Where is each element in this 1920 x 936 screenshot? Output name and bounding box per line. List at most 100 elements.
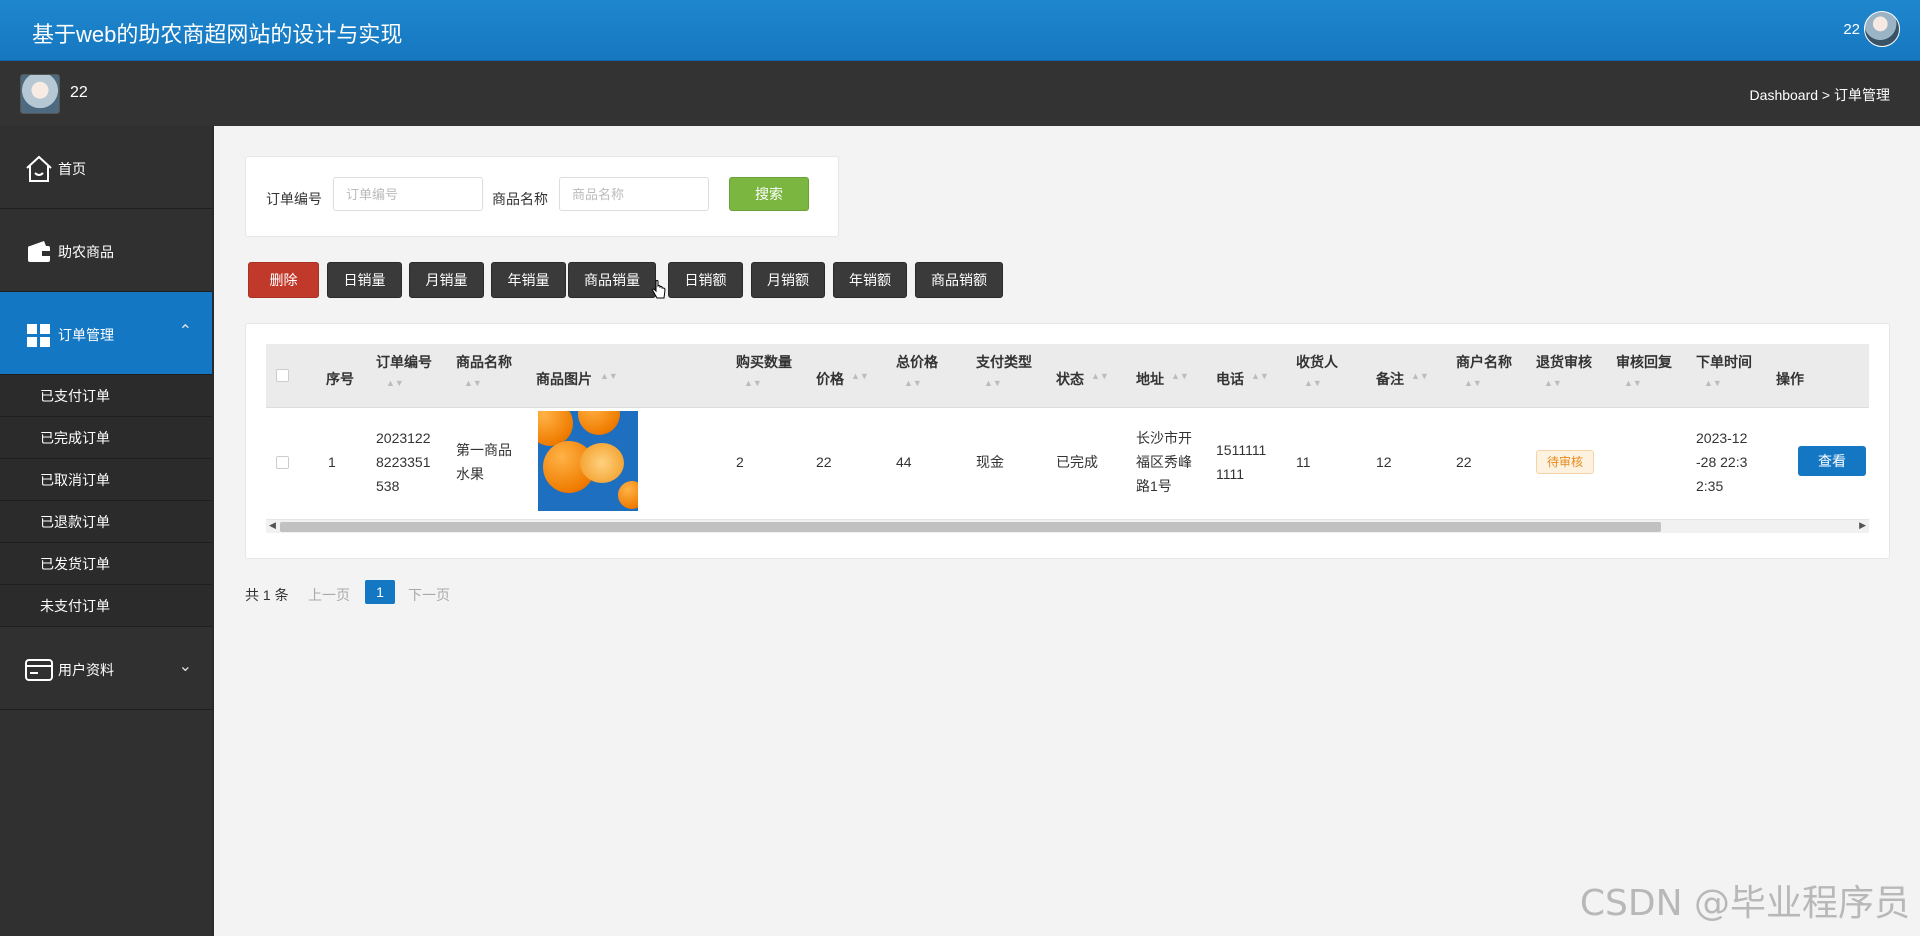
sub-header: 22 Dashboard > 订单管理: [0, 61, 1920, 126]
col-merchant[interactable]: 商户名称: [1456, 352, 1512, 372]
col-product-name[interactable]: 商品名称: [456, 352, 512, 372]
sort-icon[interactable]: ▲▼: [1464, 378, 1482, 388]
sidebar-username: 22: [70, 84, 88, 101]
sort-icon[interactable]: ▲▼: [984, 378, 1002, 388]
sort-icon[interactable]: ▲▼: [464, 378, 482, 388]
sort-icon[interactable]: ▲▼: [1544, 378, 1562, 388]
monthly-sales-qty-button[interactable]: 月销量: [409, 262, 484, 298]
cell-total: 44: [896, 454, 912, 470]
cell-order-no: 2023122 8223351 538: [376, 430, 431, 494]
col-return-review[interactable]: 退货审核: [1536, 352, 1592, 372]
sort-icon[interactable]: ▲▼: [600, 371, 618, 381]
cell-price: 22: [816, 454, 832, 470]
monthly-sales-amount-button[interactable]: 月销额: [751, 262, 825, 298]
home-icon: [26, 155, 52, 182]
sort-icon[interactable]: ▲▼: [1304, 378, 1322, 388]
submenu-item-completed[interactable]: 已完成订单: [0, 417, 212, 459]
sort-icon[interactable]: ▲▼: [386, 378, 404, 388]
col-status[interactable]: 状态: [1056, 369, 1084, 389]
return-review-badge: 待审核: [1536, 450, 1595, 474]
sidebar-item-products[interactable]: 助农商品: [0, 209, 212, 292]
sort-icon[interactable]: ▲▼: [744, 378, 762, 388]
cell-product-name: 第一商品 水果: [456, 442, 512, 482]
col-order-no[interactable]: 订单编号: [376, 352, 432, 372]
sidebar-item-profile[interactable]: 用户资料 ⌄: [0, 627, 212, 710]
col-order-time[interactable]: 下单时间: [1696, 352, 1752, 372]
daily-sales-amount-button[interactable]: 日销额: [668, 262, 743, 298]
header-username[interactable]: 22: [1843, 21, 1860, 38]
col-total[interactable]: 总价格: [896, 352, 938, 372]
pager-prev[interactable]: 上一页: [308, 585, 350, 605]
sidebar: 首页 助农商品 订单管理 ⌃ 已支付订单 已完成订单 已取消订单 已退款订单 已…: [0, 126, 214, 936]
order-no-input[interactable]: [333, 177, 483, 211]
card-icon: [25, 659, 53, 681]
sidebar-item-orders[interactable]: 订单管理 ⌃: [0, 292, 212, 375]
col-pay-type[interactable]: 支付类型: [976, 352, 1032, 372]
cell-pay-type: 现金: [976, 454, 1004, 470]
cell-merchant: 22: [1456, 454, 1472, 470]
col-remark[interactable]: 备注: [1376, 369, 1404, 389]
search-button[interactable]: 搜索: [729, 177, 809, 211]
scroll-right-icon[interactable]: ▶: [1859, 520, 1866, 531]
grid-icon: [27, 324, 50, 347]
top-header: 基于web的助农商超网站的设计与实现 22: [0, 0, 1920, 61]
order-no-label: 订单编号: [266, 191, 322, 207]
col-index[interactable]: 序号: [326, 369, 354, 389]
submenu-item-cancelled[interactable]: 已取消订单: [0, 459, 212, 501]
orders-table-panel: 序号 订单编号 ▲▼ 商品名称 ▲▼ 商品图片 ▲▼ 购买数量 ▲▼ 价格 ▲▼…: [245, 323, 1890, 559]
col-address[interactable]: 地址: [1136, 369, 1164, 389]
submenu-item-paid[interactable]: 已支付订单: [0, 375, 212, 417]
view-button[interactable]: 查看: [1798, 446, 1866, 476]
submenu-item-unpaid[interactable]: 未支付订单: [0, 585, 212, 627]
sort-icon[interactable]: ▲▼: [1411, 371, 1429, 381]
product-image[interactable]: [538, 411, 638, 511]
app-title: 基于web的助农商超网站的设计与实现: [32, 22, 403, 47]
pager-current-page[interactable]: 1: [365, 580, 395, 604]
scrollbar-thumb[interactable]: [280, 522, 1661, 532]
product-name-label: 商品名称: [492, 191, 548, 207]
sort-icon[interactable]: ▲▼: [1251, 371, 1269, 381]
col-receiver[interactable]: 收货人: [1296, 352, 1338, 372]
header-avatar[interactable]: [1864, 11, 1900, 47]
product-sales-amount-button[interactable]: 商品销额: [915, 262, 1003, 298]
col-product-image[interactable]: 商品图片: [536, 369, 592, 389]
submenu-item-refunded[interactable]: 已退款订单: [0, 501, 212, 543]
col-phone[interactable]: 电话: [1216, 369, 1244, 389]
breadcrumb[interactable]: Dashboard > 订单管理: [1750, 85, 1890, 105]
watermark-text: CSDN @毕业程序员: [1579, 883, 1910, 924]
cell-status: 已完成: [1056, 454, 1098, 470]
yearly-sales-qty-button[interactable]: 年销量: [491, 262, 566, 298]
horizontal-scrollbar[interactable]: ◀ ▶: [266, 519, 1869, 533]
table-row[interactable]: 1 2023122 8223351 538 第一商品 水果 2 22 44 现金…: [266, 408, 1869, 519]
pager-next[interactable]: 下一页: [408, 585, 450, 605]
sort-icon[interactable]: ▲▼: [904, 378, 922, 388]
sort-icon[interactable]: ▲▼: [851, 371, 869, 381]
sidebar-item-label: 订单管理: [58, 327, 114, 343]
delete-button[interactable]: 删除: [248, 262, 319, 298]
daily-sales-qty-button[interactable]: 日销量: [327, 262, 402, 298]
col-actions: 操作: [1776, 371, 1804, 387]
orders-table: 序号 订单编号 ▲▼ 商品名称 ▲▼ 商品图片 ▲▼ 购买数量 ▲▼ 价格 ▲▼…: [266, 344, 1869, 534]
col-review-reply[interactable]: 审核回复: [1616, 352, 1672, 372]
product-sales-qty-button[interactable]: 商品销量: [568, 262, 656, 298]
col-price[interactable]: 价格: [816, 369, 844, 389]
sidebar-item-label: 助农商品: [58, 244, 114, 260]
col-quantity[interactable]: 购买数量: [736, 352, 792, 372]
scroll-left-icon[interactable]: ◀: [269, 520, 276, 531]
cell-phone: 1511111 1111: [1216, 442, 1267, 482]
sort-icon[interactable]: ▲▼: [1624, 378, 1642, 388]
wallet-icon: [28, 241, 50, 262]
cell-quantity: 2: [736, 454, 744, 470]
sidebar-item-home[interactable]: 首页: [0, 126, 212, 209]
submenu-item-shipped[interactable]: 已发货订单: [0, 543, 212, 585]
sort-icon[interactable]: ▲▼: [1704, 378, 1722, 388]
pager-total: 共 1 条: [245, 587, 289, 603]
sort-icon[interactable]: ▲▼: [1171, 371, 1189, 381]
sort-icon[interactable]: ▲▼: [1091, 371, 1109, 381]
product-name-input[interactable]: [559, 177, 709, 211]
row-checkbox[interactable]: [276, 456, 289, 469]
select-all-checkbox[interactable]: [276, 369, 289, 382]
yearly-sales-amount-button[interactable]: 年销额: [833, 262, 907, 298]
cell-order-time: 2023-12 -28 22:3 2:35: [1696, 430, 1748, 494]
cell-address: 长沙市开 福区秀峰 路1号: [1136, 430, 1192, 494]
